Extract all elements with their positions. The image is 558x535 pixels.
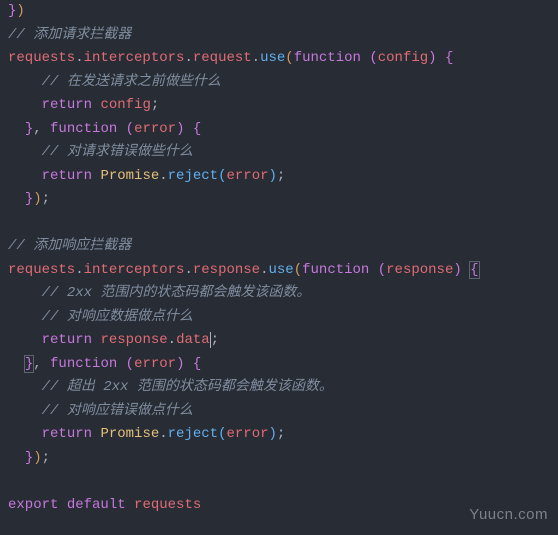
code-line: }, function (error) {	[8, 118, 550, 142]
method: reject	[168, 168, 218, 184]
code-line: // 对响应错误做点什么	[8, 400, 550, 424]
keyword: return	[42, 332, 92, 348]
code-line: // 对响应数据做点什么	[8, 306, 550, 330]
keyword: return	[42, 97, 92, 113]
property: interceptors	[84, 262, 185, 278]
method: use	[268, 262, 293, 278]
paren: )	[16, 3, 24, 19]
code-line: // 在发送请求之前做些什么	[8, 71, 550, 95]
identifier: config	[100, 97, 150, 113]
comment: // 添加响应拦截器	[8, 238, 131, 254]
param: error	[134, 121, 176, 137]
keyword: return	[42, 168, 92, 184]
code-line: })	[8, 0, 550, 24]
builtin: Promise	[100, 168, 159, 184]
builtin: Promise	[100, 426, 159, 442]
keyword: function	[50, 121, 117, 137]
code-line: requests.interceptors.response.use(funct…	[8, 259, 550, 283]
keyword: function	[294, 50, 361, 66]
param: error	[134, 356, 176, 372]
keyword: function	[302, 262, 369, 278]
code-line: });	[8, 447, 550, 471]
code-line	[8, 212, 550, 236]
keyword: default	[67, 497, 126, 513]
code-line: // 2xx 范围内的状态码都会触发该函数。	[8, 282, 550, 306]
code-line: }, function (error) {	[8, 353, 550, 377]
param: response	[386, 262, 453, 278]
identifier: requests	[8, 50, 75, 66]
code-line: return config;	[8, 94, 550, 118]
keyword: return	[42, 426, 92, 442]
param: config	[378, 50, 428, 66]
code-line: // 对请求错误做些什么	[8, 141, 550, 165]
watermark: Yuucn.com	[469, 502, 548, 527]
code-line: requests.interceptors.request.use(functi…	[8, 47, 550, 71]
code-line: return response.data;	[8, 329, 550, 353]
property: response	[193, 262, 260, 278]
code-line	[8, 470, 550, 494]
identifier: requests	[134, 497, 201, 513]
comment: // 添加请求拦截器	[8, 27, 131, 43]
keyword: export	[8, 497, 58, 513]
comment: // 在发送请求之前做些什么	[42, 74, 221, 90]
comment: // 对请求错误做些什么	[42, 144, 193, 160]
code-line: return Promise.reject(error);	[8, 423, 550, 447]
code-line: return Promise.reject(error);	[8, 165, 550, 189]
param: error	[226, 426, 268, 442]
code-line: // 添加响应拦截器	[8, 235, 550, 259]
method: reject	[168, 426, 218, 442]
identifier: response	[100, 332, 167, 348]
property: request	[193, 50, 252, 66]
code-line: // 超出 2xx 范围的状态码都会触发该函数。	[8, 376, 550, 400]
keyword: function	[50, 356, 117, 372]
code-line: });	[8, 188, 550, 212]
comment: // 超出 2xx 范围的状态码都会触发该函数。	[42, 379, 333, 395]
method: use	[260, 50, 285, 66]
code-editor[interactable]: }) // 添加请求拦截器 requests.interceptors.requ…	[0, 0, 558, 517]
property: interceptors	[84, 50, 185, 66]
comment: // 2xx 范围内的状态码都会触发该函数。	[42, 285, 311, 301]
comment: // 对响应数据做点什么	[42, 309, 193, 325]
property: data	[176, 332, 210, 348]
identifier: requests	[8, 262, 75, 278]
comment: // 对响应错误做点什么	[42, 403, 193, 419]
code-line: // 添加请求拦截器	[8, 24, 550, 48]
param: error	[226, 168, 268, 184]
